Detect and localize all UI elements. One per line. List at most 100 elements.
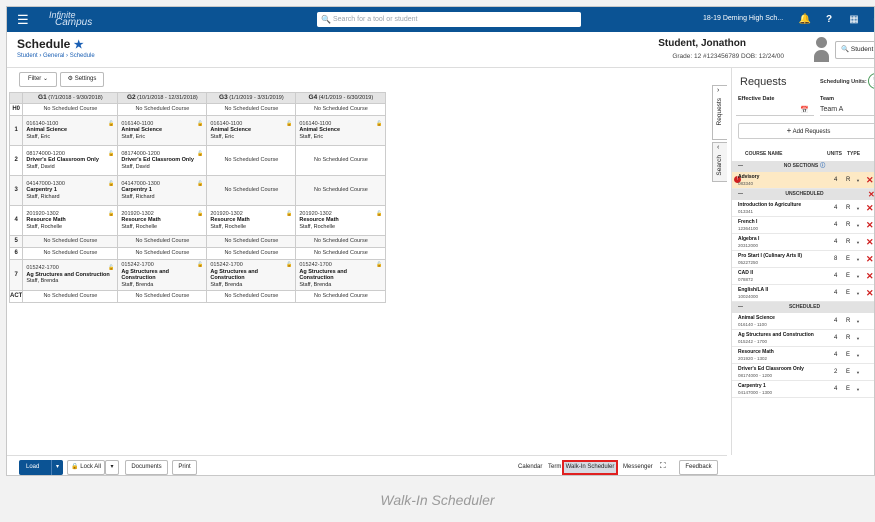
- delete-request-icon[interactable]: ✕: [866, 271, 874, 282]
- course-cell[interactable]: 201920-1302 Resource Math Staff, Rochelle 🔓: [295, 205, 387, 236]
- course-cell[interactable]: 04147000-1300 Carpentry 1 Staff, Richard 🔓: [22, 175, 119, 206]
- add-requests-button[interactable]: + Add Requests: [738, 123, 874, 139]
- request-row[interactable]: Driver's Ed Classroom Only 08174000 - 120…: [732, 364, 874, 381]
- search-tab[interactable]: ‹ Search: [712, 142, 727, 182]
- chevron-down-icon[interactable]: ▼: [856, 223, 860, 228]
- unlock-icon[interactable]: 🔓: [108, 265, 114, 272]
- chevron-down-icon[interactable]: ▼: [856, 387, 860, 392]
- unlock-icon[interactable]: 🔓: [376, 211, 382, 218]
- campus-logo[interactable]: Infinite Campus: [49, 11, 92, 28]
- unlock-icon[interactable]: 🔓: [108, 121, 114, 128]
- unlock-icon[interactable]: 🔓: [197, 211, 203, 218]
- team-select[interactable]: Team A: [820, 106, 874, 116]
- remove-all-icon[interactable]: ✕: [868, 189, 874, 200]
- course-cell[interactable]: 015242-1700 Ag Structures and Constructio…: [117, 259, 208, 291]
- unlock-icon[interactable]: 🔓: [197, 151, 203, 158]
- chevron-down-icon[interactable]: ▼: [856, 257, 860, 262]
- chevron-down-icon[interactable]: ▼: [856, 206, 860, 211]
- unlock-icon[interactable]: 🔓: [197, 181, 203, 188]
- unlock-icon[interactable]: 🔓: [108, 181, 114, 188]
- request-type[interactable]: E: [846, 369, 850, 375]
- empty-course-cell[interactable]: No Scheduled Course: [117, 247, 208, 260]
- group-header-unscheduled[interactable]: — UNSCHEDULED ✕: [732, 189, 874, 200]
- course-cell[interactable]: 08174000-1200 Driver's Ed Classroom Only S…: [22, 145, 119, 176]
- empty-course-cell[interactable]: No Scheduled Course: [295, 103, 387, 116]
- info-icon[interactable]: ⓘ: [820, 163, 825, 169]
- collapse-icon[interactable]: —: [738, 189, 743, 200]
- request-row[interactable]: Algebra I 20312000 4 R ▼ ✕: [732, 234, 874, 251]
- course-cell[interactable]: 016140-1100 Animal Science Staff, Eric 🔓: [295, 115, 387, 146]
- request-type[interactable]: R: [846, 318, 850, 324]
- chevron-down-icon[interactable]: ▼: [856, 370, 860, 375]
- unlock-icon[interactable]: 🔓: [197, 121, 203, 128]
- request-row[interactable]: Resource Math 201920 - 1302 4 E ▼: [732, 347, 874, 364]
- request-row[interactable]: Carpentry 1 04147000 - 1300 4 E ▼: [732, 381, 874, 398]
- lock-all-dropdown[interactable]: ▾: [105, 460, 119, 475]
- unlock-icon[interactable]: 🔓: [108, 151, 114, 158]
- empty-course-cell[interactable]: No Scheduled Course: [206, 235, 297, 248]
- course-cell[interactable]: 016140-1100 Animal Science Staff, Eric 🔓: [206, 115, 297, 146]
- delete-request-icon[interactable]: ✕: [866, 175, 874, 186]
- empty-course-cell[interactable]: No Scheduled Course: [22, 290, 119, 303]
- course-cell[interactable]: 015242-1700 Ag Structures and Constructio…: [295, 259, 387, 291]
- delete-request-icon[interactable]: ✕: [866, 237, 874, 248]
- empty-course-cell[interactable]: No Scheduled Course: [117, 290, 208, 303]
- chevron-down-icon[interactable]: ▼: [856, 291, 860, 296]
- course-cell[interactable]: 08174000-1200 Driver's Ed Classroom Only S…: [117, 145, 208, 176]
- empty-course-cell[interactable]: No Scheduled Course: [22, 247, 119, 260]
- messenger-button[interactable]: Messenger: [623, 464, 653, 470]
- empty-course-cell[interactable]: No Scheduled Course: [117, 235, 208, 248]
- group-header-scheduled[interactable]: — SCHEDULED: [732, 302, 874, 313]
- request-type[interactable]: R: [846, 239, 850, 245]
- delete-request-icon[interactable]: ✕: [866, 254, 874, 265]
- delete-request-icon[interactable]: ✕: [866, 203, 874, 214]
- request-row[interactable]: Pro Start I (Culinary Arts II) 05227250 8 E…: [732, 251, 874, 268]
- favorite-star-icon[interactable]: ★: [74, 39, 84, 51]
- filter-button[interactable]: Filter ⌄: [19, 72, 57, 87]
- print-button[interactable]: Print: [172, 460, 197, 475]
- hamburger-menu-icon[interactable]: ☰: [17, 12, 29, 28]
- empty-course-cell[interactable]: No Scheduled Course: [206, 103, 297, 116]
- unlock-icon[interactable]: 🔓: [286, 262, 292, 269]
- request-row[interactable]: Animal Science 016140 - 1100 4 R ▼: [732, 313, 874, 330]
- empty-course-cell[interactable]: No Scheduled Course: [117, 103, 208, 116]
- load-button[interactable]: Load ▾: [19, 460, 63, 475]
- chevron-down-icon[interactable]: ▾: [51, 460, 63, 475]
- notification-bell-icon[interactable]: 🔔: [796, 11, 814, 28]
- calendar-icon[interactable]: 📅: [800, 106, 809, 114]
- calendar-button[interactable]: Calendar: [518, 464, 542, 470]
- chevron-down-icon[interactable]: ▼: [856, 240, 860, 245]
- empty-course-cell[interactable]: No Scheduled Course: [206, 290, 297, 303]
- unlock-icon[interactable]: 🔓: [376, 262, 382, 269]
- collapse-icon[interactable]: —: [738, 302, 743, 313]
- course-cell[interactable]: 04147000-1300 Carpentry 1 Staff, Richard 🔓: [117, 175, 208, 206]
- settings-button[interactable]: ⚙ Settings: [60, 72, 104, 87]
- course-cell[interactable]: 016140-1100 Animal Science Staff, Eric 🔓: [117, 115, 208, 146]
- unlock-icon[interactable]: 🔓: [286, 211, 292, 218]
- request-type[interactable]: E: [846, 352, 850, 358]
- request-type[interactable]: R: [846, 205, 850, 211]
- empty-course-cell[interactable]: No Scheduled Course: [206, 247, 297, 260]
- unlock-icon[interactable]: 🔓: [286, 121, 292, 128]
- breadcrumb[interactable]: Student › General › Schedule: [17, 53, 95, 59]
- school-selector[interactable]: 18-19 Deming High Sch...: [703, 15, 783, 22]
- course-cell[interactable]: 016140-1100 Animal Science Staff, Eric 🔓: [22, 115, 119, 146]
- request-row[interactable]: Introduction to Agriculture 013341 4 R ▼ ✕: [732, 200, 874, 217]
- group-header-no-sections[interactable]: — NO SECTIONS ⓘ: [732, 161, 874, 172]
- request-type[interactable]: E: [846, 386, 850, 392]
- collapse-icon[interactable]: —: [738, 161, 743, 172]
- user-account-icon[interactable]: ●: [867, 11, 874, 28]
- course-cell[interactable]: 015242-1700 Ag Structures and Constructio…: [206, 259, 297, 291]
- empty-course-cell[interactable]: No Scheduled Course: [295, 247, 387, 260]
- request-type[interactable]: E: [846, 273, 850, 279]
- documents-button[interactable]: Documents: [125, 460, 168, 475]
- request-row[interactable]: Ag Structures and Construction 015242 - 1…: [732, 330, 874, 347]
- empty-course-cell[interactable]: No Scheduled Course: [295, 235, 387, 248]
- unlock-icon[interactable]: 🔓: [108, 211, 114, 218]
- global-search-input[interactable]: 🔍 Search for a tool or student: [317, 12, 581, 27]
- course-cell[interactable]: 015242-1700 Ag Structures and Constructio…: [22, 259, 119, 291]
- chevron-down-icon[interactable]: ▼: [856, 353, 860, 358]
- chevron-down-icon[interactable]: ▼: [856, 319, 860, 324]
- chevron-down-icon[interactable]: ▼: [856, 274, 860, 279]
- unlock-icon[interactable]: 🔓: [376, 121, 382, 128]
